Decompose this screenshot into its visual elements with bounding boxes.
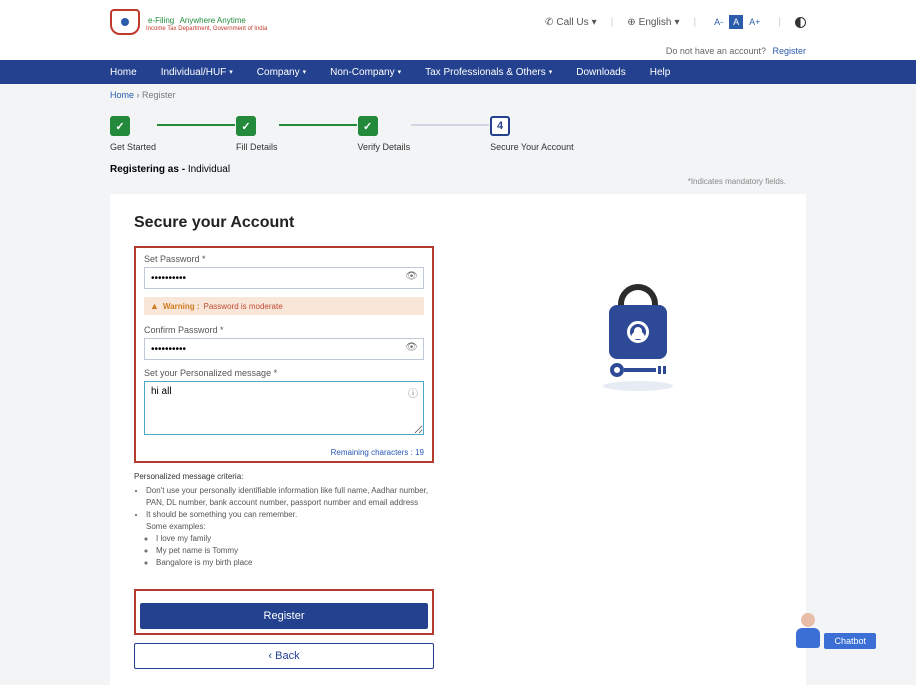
- set-password-label: Set Password *: [144, 254, 424, 264]
- remaining-chars-count: 19: [415, 448, 424, 457]
- nav-taxpro-label: Tax Professionals & Others: [425, 67, 546, 78]
- lock-body-icon: [609, 305, 667, 359]
- font-size-group: A- A A+: [710, 15, 764, 29]
- chatbot-label: Chatbot: [824, 633, 876, 649]
- registering-as-prefix: Registering as -: [110, 164, 188, 175]
- info-icon[interactable]: ⓘ: [408, 385, 418, 400]
- nav-individual-huf[interactable]: Individual/HUF▾: [161, 67, 233, 78]
- phone-icon: ✆: [545, 17, 553, 28]
- chevron-down-icon: ▾: [398, 68, 402, 76]
- nav-downloads[interactable]: Downloads: [576, 67, 625, 78]
- step-4-active-icon: 4: [490, 116, 510, 136]
- example-item: My pet name is Tommy: [156, 545, 434, 557]
- chevron-down-icon: ▾: [303, 68, 307, 76]
- step-1-label: Get Started: [110, 142, 156, 152]
- form-heading: Secure your Account: [134, 214, 434, 232]
- progress-stepper: ✓ Get Started ✓ Fill Details ✓ Verify De…: [0, 104, 916, 160]
- examples-title: Some examples:: [146, 522, 206, 531]
- nav-home[interactable]: Home: [110, 67, 137, 78]
- nav-help-label: Help: [650, 67, 671, 78]
- chevron-down-icon: ▾: [674, 17, 679, 28]
- breadcrumb: Home › Register: [0, 84, 916, 104]
- criteria-item: It should be something you can remember.: [146, 510, 297, 519]
- criteria-block: Personalized message criteria: Don't use…: [134, 471, 434, 569]
- chevron-down-icon: ▾: [592, 17, 597, 28]
- remaining-chars-prefix: Remaining characters :: [331, 448, 415, 457]
- emblem-icon: [110, 9, 140, 35]
- font-decrease-button[interactable]: A-: [710, 15, 727, 29]
- example-item: I love my family: [156, 533, 434, 545]
- chevron-down-icon: ▾: [549, 68, 553, 76]
- step-3-label: Verify Details: [358, 142, 411, 152]
- example-item: Bangalore is my birth place: [156, 557, 434, 569]
- logo-title: e-Filing: [148, 16, 174, 25]
- register-link[interactable]: Register: [772, 46, 806, 56]
- personalized-message-input[interactable]: [144, 381, 424, 435]
- nav-home-label: Home: [110, 67, 137, 78]
- mandatory-note: *Indicates mandatory fields.: [0, 177, 916, 190]
- step-1-done-icon: ✓: [110, 116, 130, 136]
- nav-downloads-label: Downloads: [576, 67, 625, 78]
- nav-company[interactable]: Company▾: [257, 67, 306, 78]
- separator: |: [611, 17, 614, 28]
- warning-message: Password is moderate: [204, 302, 283, 311]
- criteria-item: Don't use your personally identifiable i…: [146, 485, 434, 509]
- set-password-input[interactable]: [144, 267, 424, 289]
- criteria-title: Personalized message criteria:: [134, 471, 434, 483]
- personalized-message-label: Set your Personalized message *: [144, 368, 424, 378]
- toggle-password-visibility-icon[interactable]: 👁: [405, 271, 418, 282]
- highlighted-form-section: Set Password * 👁 ▲ Warning : Password is…: [134, 246, 434, 463]
- password-warning-banner: ▲ Warning : Password is moderate: [144, 297, 424, 315]
- no-account-text: Do not have an account?: [666, 46, 766, 56]
- step-2-done-icon: ✓: [236, 116, 256, 136]
- secure-account-illustration: [494, 214, 782, 669]
- chevron-down-icon: ▾: [229, 68, 233, 76]
- step-3-done-icon: ✓: [358, 116, 378, 136]
- confirm-password-input[interactable]: [144, 338, 424, 360]
- warning-prefix: Warning :: [163, 302, 200, 311]
- person-icon: [627, 321, 649, 343]
- nav-help[interactable]: Help: [650, 67, 671, 78]
- chatbot-avatar-icon: [794, 613, 822, 649]
- font-increase-button[interactable]: A+: [745, 15, 764, 29]
- step-2-label: Fill Details: [236, 142, 278, 152]
- crumb-home[interactable]: Home: [110, 90, 134, 100]
- nav-tax-professionals[interactable]: Tax Professionals & Others▾: [425, 67, 552, 78]
- nav-indiv-label: Individual/HUF: [161, 67, 227, 78]
- nav-noncompany-label: Non-Company: [330, 67, 394, 78]
- font-default-button[interactable]: A: [729, 15, 743, 29]
- site-logo[interactable]: e-Filing Anywhere Anytime Income Tax Dep…: [110, 9, 267, 35]
- chatbot-widget[interactable]: Chatbot: [794, 613, 876, 649]
- language-selector[interactable]: ⊕ English ▾: [627, 17, 679, 28]
- logo-tag: Anywhere Anytime: [180, 16, 246, 25]
- theme-toggle-icon[interactable]: [795, 17, 806, 28]
- globe-icon: ⊕: [627, 17, 635, 28]
- register-button[interactable]: Register: [140, 603, 428, 629]
- crumb-sep: ›: [137, 90, 140, 100]
- shadow-icon: [603, 381, 673, 391]
- registering-as-type: Individual: [188, 164, 230, 175]
- language-label: English: [639, 17, 672, 28]
- back-button[interactable]: ‹ Back: [134, 643, 434, 669]
- toggle-password-visibility-icon[interactable]: 👁: [405, 342, 418, 353]
- nav-non-company[interactable]: Non-Company ▾: [330, 67, 401, 78]
- warning-triangle-icon: ▲: [150, 301, 159, 311]
- call-us-label: Call Us: [556, 17, 588, 28]
- separator: |: [694, 17, 697, 28]
- crumb-current: Register: [142, 90, 176, 100]
- logo-subtitle: Income Tax Department, Government of Ind…: [146, 26, 267, 32]
- separator: |: [778, 17, 781, 28]
- key-icon: [610, 367, 666, 373]
- step-4-label: Secure Your Account: [490, 142, 574, 152]
- nav-company-label: Company: [257, 67, 300, 78]
- highlighted-register-section: Register: [134, 589, 434, 635]
- call-us-link[interactable]: ✆ Call Us ▾: [545, 17, 597, 28]
- confirm-password-label: Confirm Password *: [144, 325, 424, 335]
